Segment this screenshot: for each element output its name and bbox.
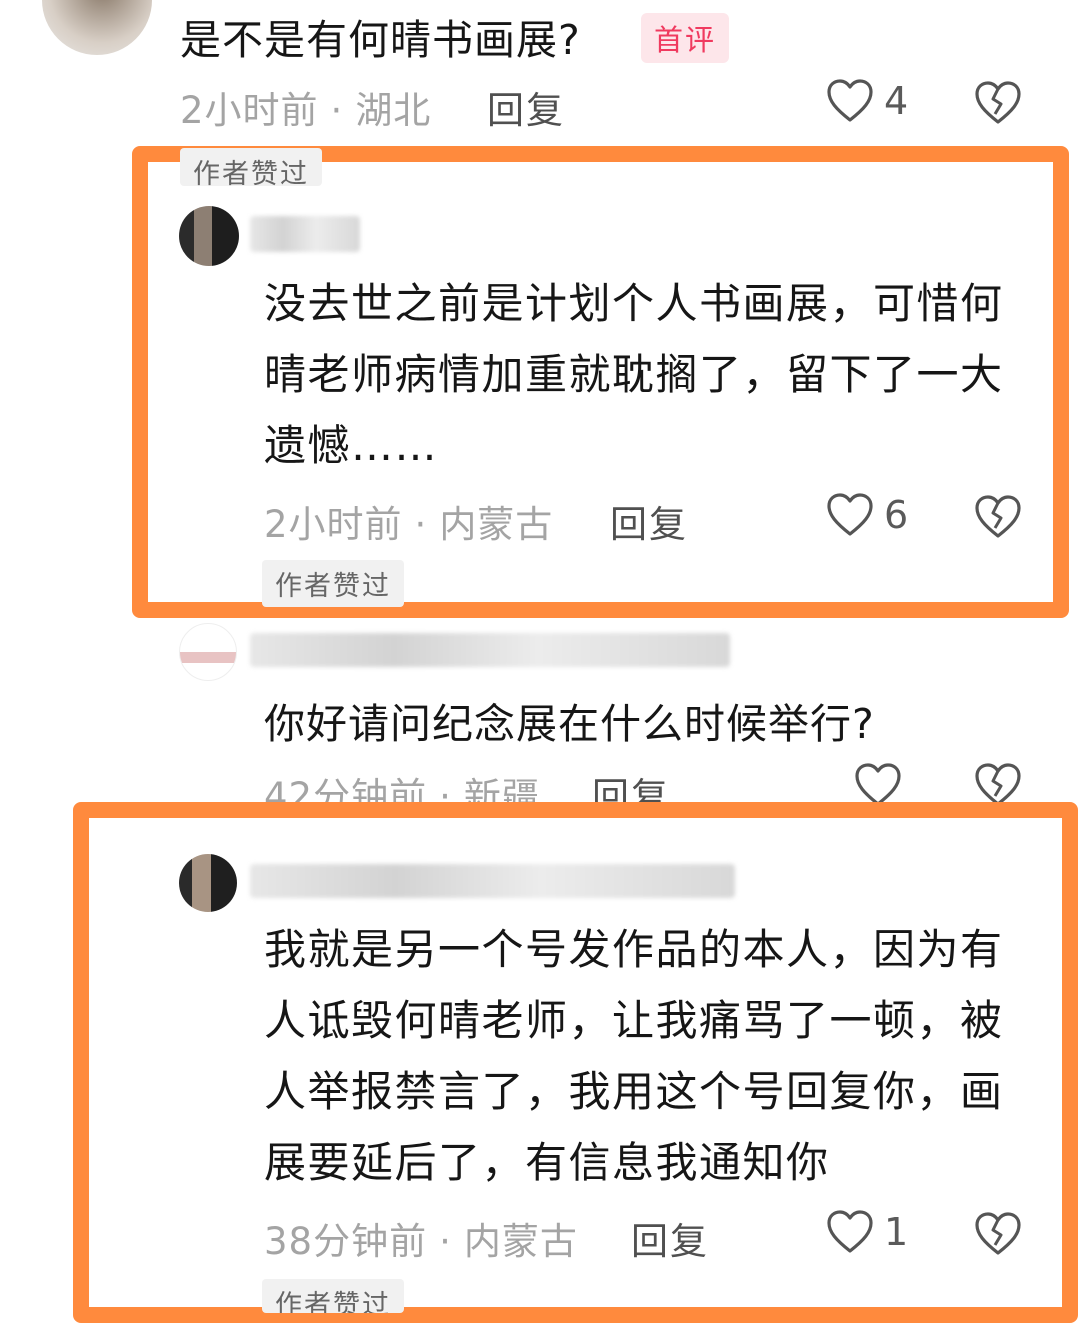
heart-outline-icon [826, 492, 874, 538]
comment-meta: 38分钟前 · 内蒙古 [264, 1211, 578, 1265]
author-liked-tag: 作者赞过 [180, 148, 322, 186]
reply-button[interactable]: 回复 [631, 1211, 709, 1265]
comment-location: 内蒙古 [463, 1220, 578, 1263]
separator: · [330, 89, 344, 132]
comment-meta: 42分钟前 · 新疆 [264, 766, 540, 804]
reply-button[interactable]: 回复 [592, 766, 670, 804]
comment-text: 是不是有何晴书画展? [180, 16, 581, 64]
separator: · [414, 503, 428, 546]
reply-button[interactable]: 回复 [487, 80, 565, 134]
author-liked-tag: 作者赞过 [262, 560, 404, 607]
comment-time: 42分钟前 [264, 775, 428, 804]
avatar[interactable] [179, 854, 237, 912]
like-button[interactable]: 1 [826, 1209, 908, 1255]
comment-meta: 2小时前 · 内蒙古 [264, 494, 553, 548]
comment-text: 我就是另一个号发作品的本人，因为有人诋毁何晴老师，让我痛骂了一顿，被人举报禁言了… [264, 925, 1004, 1187]
comment-location: 湖北 [355, 89, 432, 132]
comment-time: 2小时前 [264, 503, 403, 546]
reply-button[interactable]: 回复 [610, 494, 688, 548]
broken-heart-icon[interactable] [974, 762, 1022, 802]
avatar[interactable] [179, 623, 237, 681]
first-comment-badge: 首评 [641, 13, 730, 63]
username-blurred[interactable] [250, 633, 730, 667]
comment-location: 新疆 [463, 775, 540, 804]
comment-time: 2小时前 [180, 89, 319, 132]
author-liked-tag: 作者赞过 [262, 1279, 404, 1313]
like-button[interactable]: 6 [826, 492, 908, 538]
heart-outline-icon[interactable] [854, 762, 902, 802]
username-blurred[interactable] [250, 864, 735, 898]
like-button[interactable]: 4 [826, 78, 908, 124]
avatar[interactable] [179, 206, 239, 266]
comment-time: 38分钟前 [264, 1220, 428, 1263]
broken-heart-icon[interactable] [974, 1211, 1022, 1257]
comment-text: 你好请问纪念展在什么时候举行? [264, 700, 875, 748]
like-count: 1 [884, 1210, 909, 1254]
broken-heart-icon[interactable] [974, 494, 1022, 540]
like-count: 4 [884, 79, 909, 123]
separator: · [439, 775, 452, 804]
comment-meta: 2小时前 · 湖北 [180, 80, 431, 134]
heart-outline-icon [826, 78, 874, 124]
avatar[interactable] [42, 0, 152, 55]
like-count: 6 [884, 493, 909, 537]
comment-location: 内蒙古 [439, 503, 554, 546]
separator: · [439, 1220, 452, 1263]
username-blurred[interactable] [250, 216, 360, 252]
broken-heart-icon[interactable] [974, 80, 1022, 126]
heart-outline-icon [826, 1209, 874, 1255]
comment-text: 没去世之前是计划个人书画展，可惜何晴老师病情加重就耽搁了，留下了一大遗憾…… [264, 279, 1004, 470]
